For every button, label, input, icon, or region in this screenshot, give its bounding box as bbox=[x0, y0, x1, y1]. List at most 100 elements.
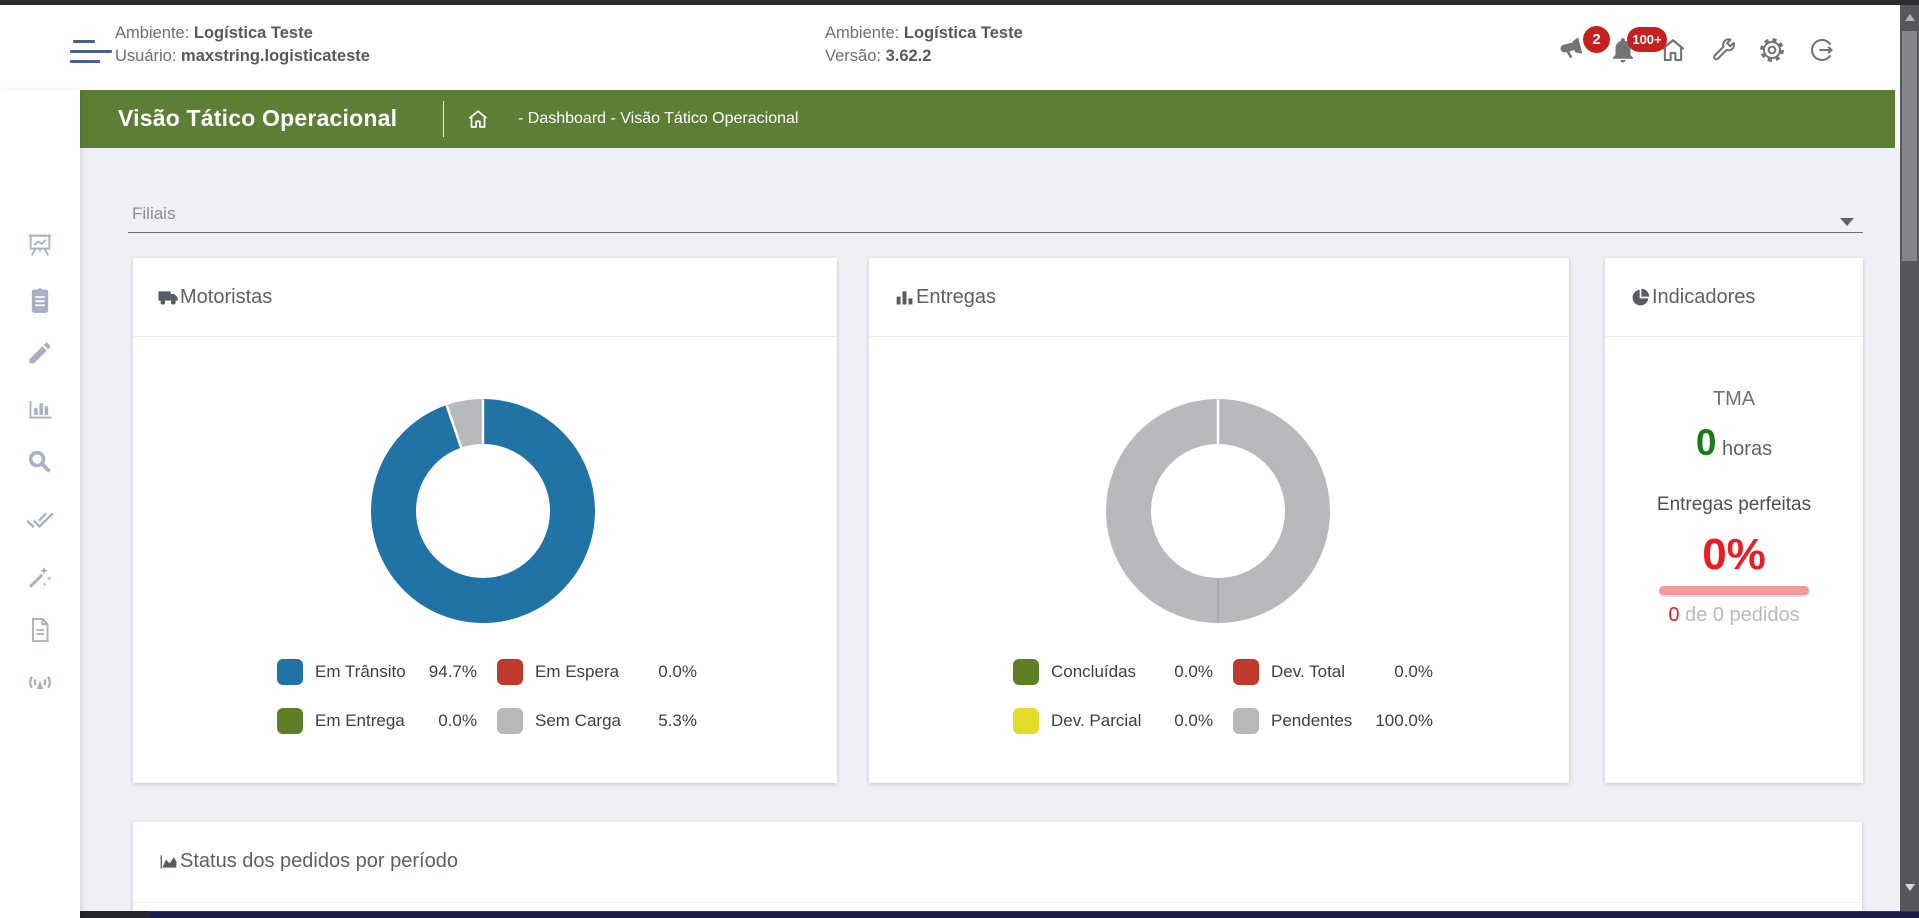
tma-value: 0 horas bbox=[1605, 422, 1863, 464]
user-line: Usuário: maxstring.logisticateste bbox=[115, 45, 370, 68]
legend-label: Concluídas bbox=[1051, 658, 1136, 686]
legend-value: 0.0% bbox=[1143, 707, 1213, 735]
legend-swatch bbox=[497, 659, 523, 685]
arrow-down-icon bbox=[1905, 884, 1915, 891]
legend-item[interactable]: Dev. Parcial 0.0% bbox=[1013, 707, 1213, 735]
scrollbar-thumb[interactable] bbox=[1902, 31, 1917, 261]
environment-version-info: Ambiente: Logística Teste Versão: 3.62.2 bbox=[825, 22, 1023, 68]
motoristas-card-title: Motoristas bbox=[158, 258, 272, 337]
environment-line: Ambiente: Logística Teste bbox=[825, 22, 1023, 45]
card-header: Motoristas bbox=[133, 258, 837, 337]
column-chart-icon bbox=[894, 287, 915, 308]
card-header: Status dos pedidos por período bbox=[133, 822, 1862, 903]
motoristas-donut-chart bbox=[370, 398, 596, 624]
notifications-badge[interactable]: 100+ bbox=[1627, 27, 1667, 52]
detail-text: de 0 pedidos bbox=[1680, 604, 1800, 626]
double-check-icon[interactable] bbox=[0, 502, 80, 538]
gear-icon[interactable] bbox=[1757, 35, 1787, 65]
page-title: Visão Tático Operacional bbox=[118, 105, 397, 132]
tma-unit: horas bbox=[1716, 438, 1772, 460]
logout-icon[interactable] bbox=[1807, 35, 1837, 65]
legend-swatch bbox=[1013, 708, 1039, 734]
legend-swatch bbox=[1233, 659, 1259, 685]
legend-label: Pendentes bbox=[1271, 707, 1352, 735]
legend-item[interactable]: Pendentes 100.0% bbox=[1233, 707, 1433, 735]
filiais-select-label[interactable]: Filiais bbox=[132, 204, 175, 224]
breadcrumb-home-icon[interactable] bbox=[466, 107, 490, 131]
legend-swatch bbox=[1233, 708, 1259, 734]
entregas-card-title: Entregas bbox=[894, 258, 996, 337]
motoristas-card: Motoristas Em Trânsito 94.7% Em Espera 0… bbox=[133, 258, 837, 783]
bar-chart-icon[interactable] bbox=[0, 390, 80, 426]
arrow-up-icon bbox=[1905, 14, 1915, 21]
app-header: Ambiente: Logística Teste Usuário: maxst… bbox=[0, 5, 1919, 90]
tma-label: TMA bbox=[1605, 388, 1863, 411]
legend-value: 0.0% bbox=[1143, 658, 1213, 686]
antenna-icon[interactable] bbox=[0, 664, 80, 700]
legend-value: 0.0% bbox=[627, 658, 697, 686]
legend-label: Sem Carga bbox=[535, 707, 621, 735]
perfect-deliveries-detail: 0 de 0 pedidos bbox=[1605, 604, 1863, 627]
legend-value: 94.7% bbox=[407, 658, 477, 686]
entregas-card: Entregas Concluídas 0.0% Dev. Total 0.0% bbox=[869, 258, 1569, 783]
filiais-select-underline[interactable] bbox=[128, 232, 1863, 233]
scroll-up-button[interactable] bbox=[1900, 7, 1919, 27]
legend-swatch bbox=[277, 659, 303, 685]
menu-icon bbox=[73, 40, 95, 43]
legend-value: 100.0% bbox=[1363, 707, 1433, 735]
legend-item[interactable]: Sem Carga 5.3% bbox=[497, 707, 697, 735]
area-chart-icon bbox=[158, 851, 179, 872]
chevron-down-icon[interactable] bbox=[1840, 218, 1854, 226]
truck-icon bbox=[158, 287, 179, 308]
pie-chart-icon bbox=[1630, 287, 1651, 308]
campaign-icon[interactable] bbox=[1556, 35, 1586, 65]
app-window: Ambiente: Logística Teste Usuário: maxst… bbox=[0, 0, 1919, 918]
card-header: Indicadores bbox=[1605, 258, 1863, 337]
menu-toggle-button[interactable] bbox=[70, 39, 112, 65]
pencil-icon[interactable] bbox=[0, 335, 80, 371]
card-header: Entregas bbox=[869, 258, 1569, 337]
legend-value: 5.3% bbox=[627, 707, 697, 735]
scroll-down-button[interactable] bbox=[1900, 877, 1919, 897]
environment-user-info: Ambiente: Logística Teste Usuário: maxst… bbox=[115, 22, 370, 68]
sidebar bbox=[0, 90, 80, 918]
legend-label: Em Espera bbox=[535, 658, 619, 686]
legend-swatch bbox=[277, 708, 303, 734]
legend-item[interactable]: Em Trânsito 94.7% bbox=[277, 658, 477, 686]
legend-label: Em Trânsito bbox=[315, 658, 406, 686]
legend-value: 0.0% bbox=[407, 707, 477, 735]
legend-swatch bbox=[497, 708, 523, 734]
magic-wand-icon[interactable] bbox=[0, 559, 80, 595]
document-icon[interactable] bbox=[0, 612, 80, 648]
entregas-donut-chart bbox=[1105, 398, 1331, 624]
vertical-scrollbar[interactable] bbox=[1900, 5, 1919, 911]
indicadores-card-title: Indicadores bbox=[1630, 258, 1755, 337]
legend-label: Dev. Parcial bbox=[1051, 707, 1141, 735]
legend-item[interactable]: Em Espera 0.0% bbox=[497, 658, 697, 686]
legend-label: Em Entrega bbox=[315, 707, 405, 735]
perfect-deliveries-progressbar bbox=[1659, 586, 1809, 595]
main-content: Filiais Motoristas Em Trânsito 94.7% bbox=[80, 148, 1900, 911]
version-line: Versão: 3.62.2 bbox=[825, 45, 1023, 68]
legend-item[interactable]: Concluídas 0.0% bbox=[1013, 658, 1213, 686]
indicadores-card: Indicadores TMA 0 horas Entregas perfeit… bbox=[1605, 258, 1863, 783]
breadcrumb: - Dashboard - Visão Tático Operacional bbox=[518, 110, 798, 128]
entregas-legend: Concluídas 0.0% Dev. Total 0.0% Dev. Par… bbox=[1013, 658, 1443, 738]
perfect-deliveries-label: Entregas perfeitas bbox=[1605, 494, 1863, 516]
announcements-badge[interactable]: 2 bbox=[1583, 26, 1610, 53]
perfect-deliveries-value: 0% bbox=[1605, 530, 1863, 580]
legend-value: 0.0% bbox=[1363, 658, 1433, 686]
legend-label: Dev. Total bbox=[1271, 658, 1345, 686]
page-titlebar: Visão Tático Operacional - Dashboard - V… bbox=[80, 90, 1895, 148]
titlebar-divider bbox=[443, 101, 444, 137]
legend-swatch bbox=[1013, 659, 1039, 685]
bottom-edge-strip-right bbox=[150, 911, 1919, 918]
clipboard-icon[interactable] bbox=[0, 282, 80, 318]
status-pedidos-card: Status dos pedidos por período bbox=[133, 822, 1862, 911]
legend-item[interactable]: Dev. Total 0.0% bbox=[1233, 658, 1433, 686]
search-icon[interactable] bbox=[0, 444, 80, 480]
legend-item[interactable]: Em Entrega 0.0% bbox=[277, 707, 477, 735]
presentation-chart-icon[interactable] bbox=[0, 227, 80, 263]
tma-number: 0 bbox=[1696, 422, 1717, 463]
wrench-icon[interactable] bbox=[1708, 35, 1738, 65]
